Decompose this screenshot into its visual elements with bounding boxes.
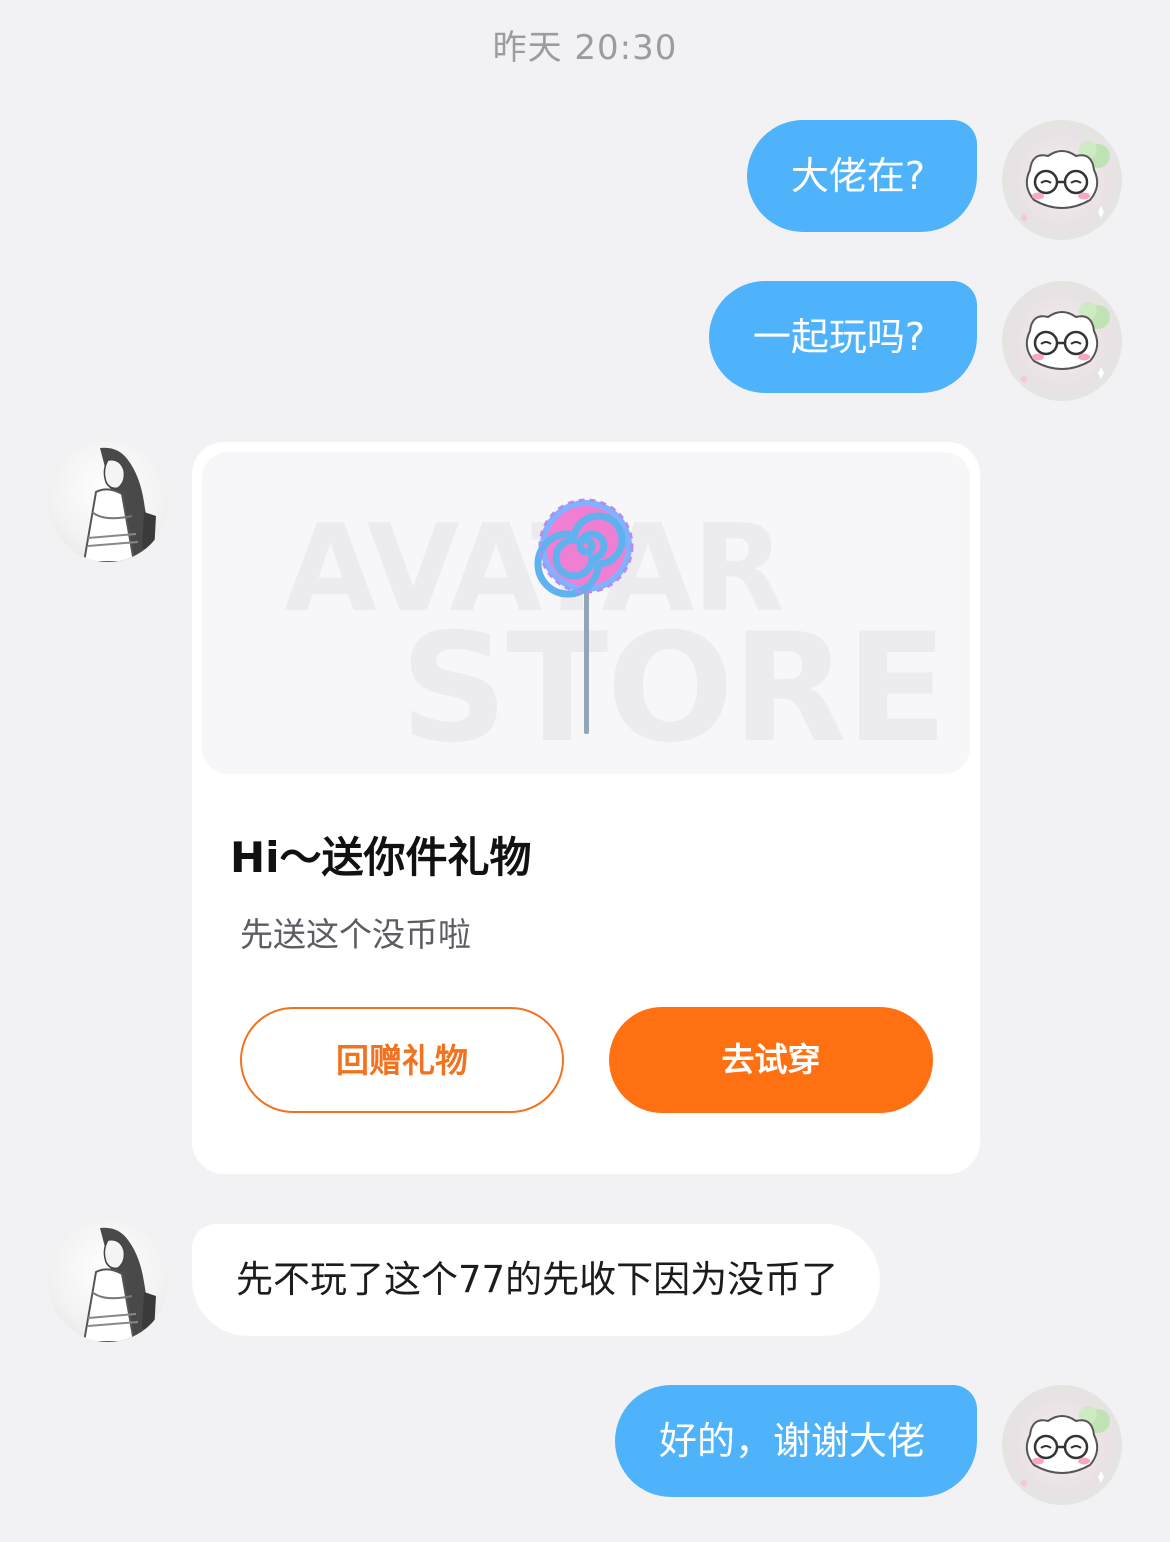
cartoon-bear-avatar-icon (1020, 1406, 1110, 1487)
anime-girl-avatar-icon (82, 1227, 160, 1342)
watermark-store: STORE (400, 602, 948, 774)
return-gift-button[interactable]: 回赠礼物 (240, 1007, 564, 1113)
cartoon-bear-avatar-icon (1020, 302, 1110, 383)
gift-card[interactable]: AVATAR STORE Hi～送你件礼物 先送这个没币啦 回赠礼物 去试穿 (192, 442, 980, 1174)
sender-avatar[interactable] (48, 442, 168, 562)
message-timestamp: 昨天 20:30 (492, 28, 678, 68)
my-message-bubble[interactable]: 大佬在? (746, 120, 977, 232)
chat-screen: 昨天 20:30 大佬在? 一起玩吗? AVATAR STORE Hi～送你件礼… (0, 0, 1170, 1542)
try-on-button[interactable]: 去试穿 (609, 1007, 933, 1113)
my-avatar[interactable] (1002, 1385, 1122, 1505)
received-message-bubble[interactable]: 先不玩了这个77的先收下因为没币了 (192, 1224, 881, 1336)
lollipop-icon (534, 498, 634, 734)
anime-girl-avatar-icon (82, 447, 160, 562)
gift-subtitle: 先送这个没币啦 (240, 915, 471, 954)
cartoon-bear-avatar-icon (1020, 141, 1110, 222)
sender-avatar[interactable] (48, 1222, 168, 1342)
my-avatar[interactable] (1002, 120, 1122, 240)
my-avatar[interactable] (1002, 281, 1122, 401)
my-message-bubble[interactable]: 一起玩吗? (708, 281, 977, 393)
gift-title: Hi～送你件礼物 (230, 833, 532, 882)
my-message-bubble[interactable]: 好的，谢谢大佬 (614, 1385, 977, 1497)
gift-banner: AVATAR STORE (202, 452, 970, 774)
